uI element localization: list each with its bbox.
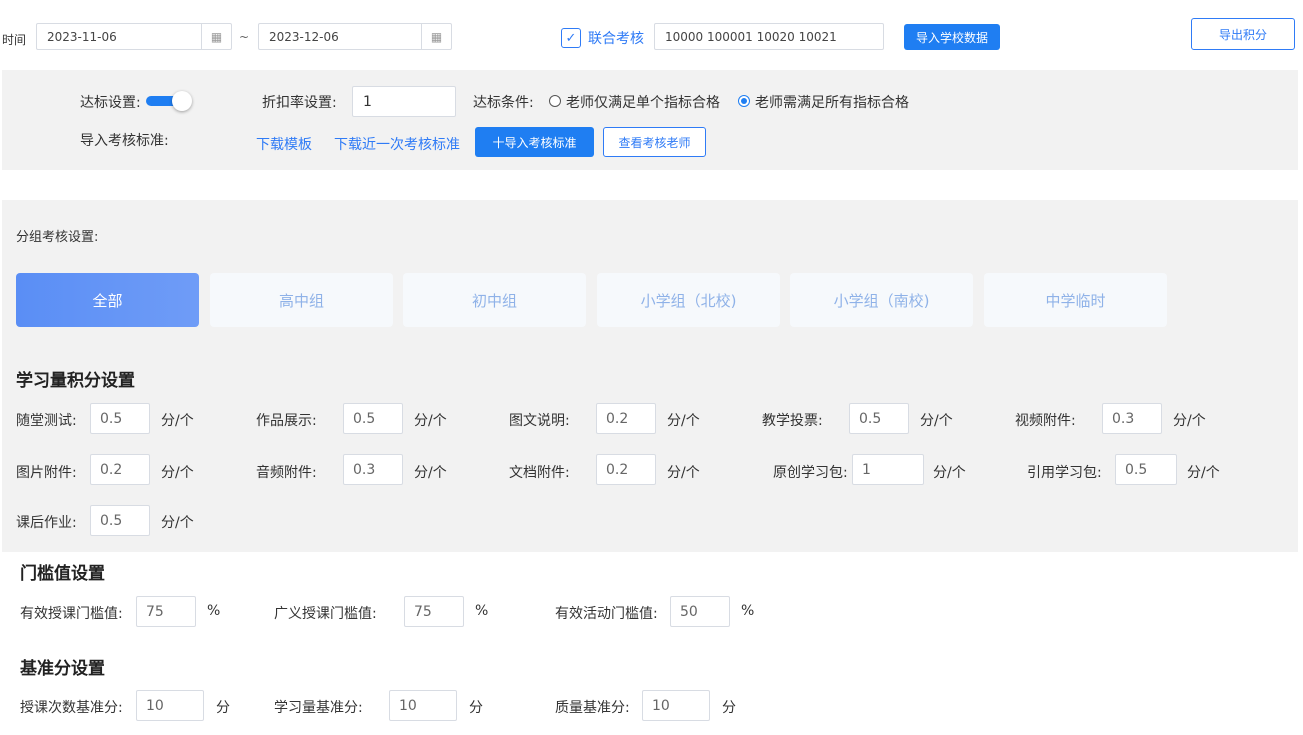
field-label: 作品展示: bbox=[256, 413, 317, 429]
tab-middle-temp[interactable]: 中学临时 bbox=[984, 273, 1167, 327]
field-label: 视频附件: bbox=[1015, 413, 1076, 429]
calendar-icon[interactable]: ▦ bbox=[201, 24, 231, 49]
condition-option-all[interactable]: 老师需满足所有指标合格 bbox=[755, 92, 909, 112]
base-section-title: 基准分设置 bbox=[20, 659, 105, 679]
discount-label: 折扣率设置: bbox=[262, 95, 337, 111]
calendar-icon[interactable]: ▦ bbox=[421, 24, 451, 49]
toggle-knob bbox=[172, 91, 192, 111]
field-label: 图文说明: bbox=[509, 413, 570, 429]
reach-toggle[interactable] bbox=[146, 91, 192, 111]
vote-points-input[interactable]: 0.5 bbox=[849, 403, 909, 434]
teaching-count-base-input[interactable]: 10 bbox=[136, 690, 204, 721]
study-section-title: 学习量积分设置 bbox=[16, 371, 135, 391]
unit-label: 分/个 bbox=[1173, 413, 1206, 429]
field-label: 引用学习包: bbox=[1027, 465, 1102, 481]
unit-label: 分/个 bbox=[161, 413, 194, 429]
checkmark-icon: ✓ bbox=[565, 30, 577, 46]
field-label: 课后作业: bbox=[16, 515, 77, 531]
time-label: 时间 bbox=[2, 33, 27, 47]
tab-primary-north[interactable]: 小学组（北校) bbox=[597, 273, 780, 327]
field-label: 有效活动门槛值: bbox=[555, 606, 658, 622]
end-date-value: 2023-12-06 bbox=[269, 30, 339, 44]
homework-points-input[interactable]: 0.5 bbox=[90, 505, 150, 536]
unit-label: 分 bbox=[469, 700, 483, 716]
field-label: 音频附件: bbox=[256, 465, 317, 481]
field-label: 原创学习包: bbox=[773, 465, 848, 481]
condition-label: 达标条件: bbox=[473, 95, 534, 111]
date-range-separator: ~ bbox=[239, 30, 250, 44]
group-settings-title: 分组考核设置: bbox=[16, 230, 99, 245]
field-label: 授课次数基准分: bbox=[20, 700, 123, 716]
unit-label: 分/个 bbox=[920, 413, 953, 429]
unit-label: % bbox=[475, 603, 489, 619]
effective-activity-threshold-input[interactable]: 50 bbox=[670, 596, 730, 627]
cited-package-points-input[interactable]: 0.5 bbox=[1115, 454, 1177, 485]
image-points-input[interactable]: 0.2 bbox=[90, 454, 150, 485]
start-date-value: 2023-11-06 bbox=[47, 30, 117, 44]
field-label: 图片附件: bbox=[16, 465, 77, 481]
unit-label: % bbox=[741, 603, 755, 619]
field-label: 质量基准分: bbox=[555, 700, 630, 716]
threshold-section-title: 门槛值设置 bbox=[20, 564, 105, 584]
download-recent-link[interactable]: 下载近一次考核标准 bbox=[334, 134, 460, 154]
end-date-input[interactable]: 2023-12-06 ▦ bbox=[258, 23, 452, 50]
audio-points-input[interactable]: 0.3 bbox=[343, 454, 403, 485]
condition-radio-single[interactable] bbox=[549, 95, 561, 107]
field-label: 文档附件: bbox=[509, 465, 570, 481]
field-label: 有效授课门槛值: bbox=[20, 606, 123, 622]
document-points-input[interactable]: 0.2 bbox=[596, 454, 656, 485]
field-label: 学习量基准分: bbox=[274, 700, 363, 716]
quality-base-input[interactable]: 10 bbox=[642, 690, 710, 721]
discount-input[interactable]: 1 bbox=[352, 86, 456, 117]
unit-label: 分/个 bbox=[414, 413, 447, 429]
group-settings-panel bbox=[2, 200, 1298, 552]
field-label: 广义授课门槛值: bbox=[274, 606, 377, 622]
tab-middle-school[interactable]: 初中组 bbox=[403, 273, 586, 327]
unit-label: 分/个 bbox=[1187, 465, 1220, 481]
unit-label: 分 bbox=[722, 700, 736, 716]
condition-option-single[interactable]: 老师仅满足单个指标合格 bbox=[566, 92, 720, 112]
unit-label: 分/个 bbox=[667, 413, 700, 429]
import-standard-button[interactable]: 十导入考核标准 bbox=[475, 127, 594, 157]
unit-label: % bbox=[207, 603, 221, 619]
text-image-points-input[interactable]: 0.2 bbox=[596, 403, 656, 434]
download-template-link[interactable]: 下载模板 bbox=[256, 134, 312, 154]
export-points-button[interactable]: 导出积分 bbox=[1191, 18, 1295, 50]
unit-label: 分/个 bbox=[161, 465, 194, 481]
condition-radio-all[interactable] bbox=[738, 95, 750, 107]
tab-high-school[interactable]: 高中组 bbox=[210, 273, 393, 327]
field-label: 随堂测试: bbox=[16, 413, 77, 429]
import-school-button[interactable]: 导入学校数据 bbox=[904, 24, 1000, 50]
unit-label: 分/个 bbox=[414, 465, 447, 481]
original-package-points-input[interactable]: 1 bbox=[852, 454, 924, 485]
quiz-points-input[interactable]: 0.5 bbox=[90, 403, 150, 434]
reach-setting-label: 达标设置: bbox=[80, 95, 141, 111]
joint-check-label: 联合考核 bbox=[588, 31, 644, 47]
video-points-input[interactable]: 0.3 bbox=[1102, 403, 1162, 434]
effective-teaching-threshold-input[interactable]: 75 bbox=[136, 596, 196, 627]
unit-label: 分/个 bbox=[933, 465, 966, 481]
unit-label: 分/个 bbox=[667, 465, 700, 481]
tab-primary-south[interactable]: 小学组（南校) bbox=[790, 273, 973, 327]
general-teaching-threshold-input[interactable]: 75 bbox=[404, 596, 464, 627]
unit-label: 分/个 bbox=[161, 515, 194, 531]
field-label: 教学投票: bbox=[762, 413, 823, 429]
joint-check-checkbox[interactable]: ✓ bbox=[561, 28, 581, 48]
unit-label: 分 bbox=[216, 700, 230, 716]
view-teachers-button[interactable]: 查看考核老师 bbox=[603, 127, 706, 157]
import-standard-label: 导入考核标准: bbox=[80, 133, 169, 149]
joint-ids-input[interactable]: 10000 100001 10020 10021 bbox=[654, 23, 884, 50]
tab-all[interactable]: 全部 bbox=[16, 273, 199, 327]
study-volume-base-input[interactable]: 10 bbox=[389, 690, 457, 721]
start-date-input[interactable]: 2023-11-06 ▦ bbox=[36, 23, 232, 50]
work-display-points-input[interactable]: 0.5 bbox=[343, 403, 403, 434]
